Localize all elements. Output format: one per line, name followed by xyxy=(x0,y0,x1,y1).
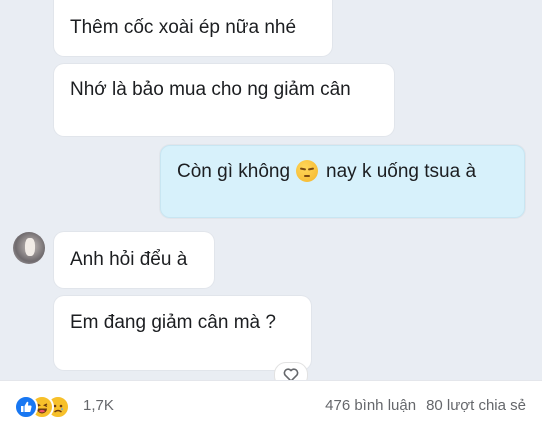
message-bubble: Nhớ là bảo mua cho ng giảm cân xyxy=(54,64,394,136)
message-text: Anh hỏi đểu à xyxy=(70,249,188,270)
post-footer: 1,7K 476 bình luận 80 lượt chia sẻ xyxy=(0,380,542,432)
post-stats: 476 bình luận 80 lượt chia sẻ xyxy=(315,397,526,414)
message-text: Em đang giảm cân mà ? xyxy=(70,312,276,333)
comments-count-link[interactable]: 476 bình luận xyxy=(325,397,416,414)
message-text: Nhớ là bảo mua cho ng giảm cân xyxy=(70,79,351,100)
message-text: Còn gì không nay k uống tsua à xyxy=(177,160,477,183)
heart-reaction-icon[interactable] xyxy=(274,362,308,380)
avatar[interactable] xyxy=(13,232,45,264)
pensive-face-icon xyxy=(296,160,319,183)
like-icon xyxy=(14,395,38,419)
message-bubble: Em đang giảm cân mà ? xyxy=(54,296,311,370)
message-text: Thêm cốc xoài ép nữa nhé xyxy=(70,17,297,38)
chat-screenshot: Thêm cốc xoài ép nữa nhé Nhớ là bảo mua … xyxy=(0,0,542,380)
message-bubble: Thêm cốc xoài ép nữa nhé xyxy=(54,0,332,56)
reaction-count[interactable]: 1,7K xyxy=(83,397,114,414)
message-bubble-outgoing: Còn gì không nay k uống tsua à xyxy=(160,145,525,218)
shares-count-link[interactable]: 80 lượt chia sẻ xyxy=(426,397,526,414)
message-bubble: Anh hỏi đểu à xyxy=(54,232,214,288)
